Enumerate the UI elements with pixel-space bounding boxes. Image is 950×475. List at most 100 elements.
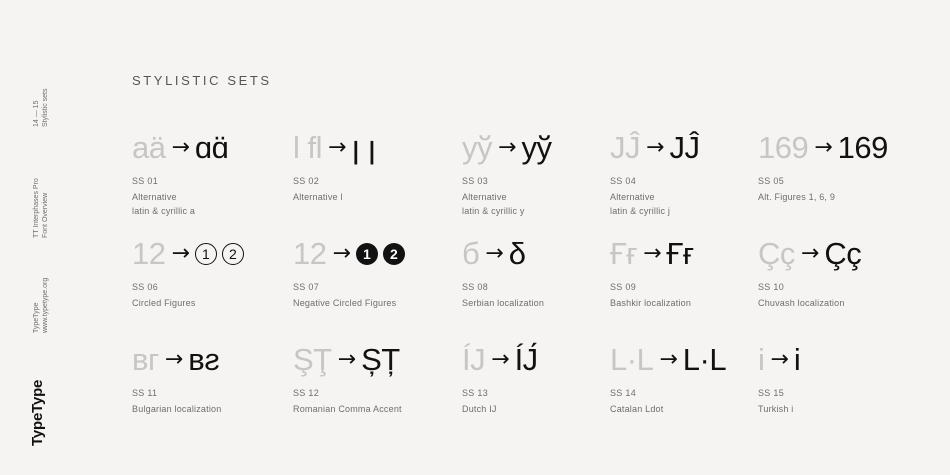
doc-title: Font Overview <box>42 192 49 238</box>
arrow-right-icon: → <box>485 241 504 266</box>
set-code: SS 07 <box>293 282 320 292</box>
negative-circled-figure: 1 <box>355 243 378 265</box>
description-line: Catalan Ldot <box>610 404 664 414</box>
set-description: Chuvash localization <box>758 296 908 310</box>
stylistic-set-4: JĴ → JĴ SS 04 Alternative latin & cyrillic j <box>610 131 760 218</box>
stylistic-set-8: б → δ SS 08 Serbian localization <box>462 237 612 310</box>
alternate-glyphs: ʙƨ <box>188 342 220 377</box>
alternate-glyphs: 12 <box>194 243 249 265</box>
arrow-right-icon: → <box>646 135 665 160</box>
website-link[interactable]: www.typetype.org <box>41 278 50 333</box>
description-line: latin & cyrillic a <box>132 206 196 216</box>
set-description: Alternative latin & cyrillic a <box>132 190 282 218</box>
default-glyphs: yў <box>462 130 493 165</box>
set-description: Bulgarian localization <box>132 402 282 416</box>
alternate-glyphs: ȘȚ <box>361 342 400 377</box>
description-line: Serbian localization <box>462 298 545 308</box>
set-code: SS 01 <box>132 176 159 186</box>
alternate-glyphs: JĴ <box>669 130 700 165</box>
page-numbers: 14 — 15 <box>33 100 40 127</box>
default-glyphs: 169 <box>758 130 809 165</box>
stylistic-set-15: i → i SS 15 Turkish i <box>758 343 908 416</box>
arrow-right-icon: → <box>328 135 347 160</box>
arrow-right-icon: → <box>171 241 190 266</box>
stylistic-set-12: ŞŢ → ȘȚ SS 12 Romanian Comma Accent <box>293 343 443 416</box>
glyph-comparison: вг → ʙƨ <box>132 343 282 377</box>
set-code: SS 06 <box>132 282 159 292</box>
glyph-comparison: ÍJ → ÍJ́ <box>462 343 612 377</box>
set-code: SS 12 <box>293 388 320 398</box>
publisher-info: TypeType www.typetype.org <box>32 278 50 333</box>
description-line: Negative Circled Figures <box>293 298 397 308</box>
set-code: SS 15 <box>758 388 785 398</box>
set-description: Circled Figures <box>132 296 282 310</box>
description-line: Alternative <box>132 192 177 202</box>
stylistic-set-9: Ғғ → Ғғ SS 09 Bashkir localization <box>610 237 760 310</box>
alternate-glyphs: 169 <box>837 130 889 165</box>
stylistic-set-5: 169 → 169 SS 05 Alt. Figures 1, 6, 9 <box>758 131 908 204</box>
default-glyphs: 12 <box>132 236 166 271</box>
set-code: SS 04 <box>610 176 637 186</box>
stylistic-set-7: 12 → 1 2 SS 07 Negative Circled Figures <box>293 237 443 310</box>
font-name: TT Interphases Pro <box>33 178 40 238</box>
set-description: Alternative latin & cyrillic j <box>610 190 760 218</box>
description-line: Chuvash localization <box>758 298 845 308</box>
description-line: Alternative <box>610 192 655 202</box>
arrow-right-icon: → <box>800 241 820 266</box>
description-line: Alternative <box>462 192 507 202</box>
set-description: Romanian Comma Accent <box>293 402 443 416</box>
stylistic-set-10: Çç → Çç SS 10 Chuvash localization <box>758 237 908 310</box>
set-code: SS 03 <box>462 176 489 186</box>
glyph-comparison: aä → ɑɑ̈ <box>132 131 282 165</box>
default-glyphs: вг <box>132 342 159 377</box>
set-description: Dutch IJ <box>462 402 612 416</box>
glyph-comparison: ŞŢ → ȘȚ <box>293 343 443 377</box>
stylistic-set-3: yў → yў SS 03 Alternative latin & cyrillic y <box>462 131 612 218</box>
page-title: STYLISTIC SETS <box>132 73 272 88</box>
glyph-comparison: Ғғ → Ғғ <box>610 237 760 271</box>
default-glyphs: JĴ <box>610 130 641 165</box>
arrow-right-icon: → <box>770 347 789 372</box>
alternate-glyphs: Çç <box>824 236 862 271</box>
set-description: Negative Circled Figures <box>293 296 443 310</box>
document-info: TT Interphases Pro Font Overview <box>32 178 50 238</box>
glyph-comparison: Çç → Çç <box>758 237 908 271</box>
set-code: SS 10 <box>758 282 785 292</box>
glyph-comparison: 12 → 1 2 <box>293 237 443 271</box>
stylistic-set-13: ÍJ → ÍJ́ SS 13 Dutch IJ <box>462 343 612 416</box>
set-description: Bashkir localization <box>610 296 760 310</box>
set-code: SS 14 <box>610 388 637 398</box>
default-glyphs: L·L <box>610 342 654 377</box>
set-code: SS 11 <box>132 388 158 398</box>
description-line: Turkish i <box>758 404 794 414</box>
default-glyphs: б <box>462 236 480 271</box>
arrow-right-icon: → <box>643 241 662 266</box>
negative-circled-figure: 2 <box>382 243 405 265</box>
stylistic-set-6: 12 → 1 2 SS 06 Circled Figures <box>132 237 282 310</box>
alternate-glyphs: i <box>793 342 801 377</box>
default-glyphs: l fl <box>293 130 323 165</box>
circled-figure: 2 <box>221 243 244 265</box>
arrow-right-icon: → <box>332 241 351 266</box>
glyph-comparison: L·L → L·L <box>610 343 760 377</box>
section-name: Stylistic sets <box>42 88 49 127</box>
set-code: SS 13 <box>462 388 489 398</box>
set-code: SS 09 <box>610 282 637 292</box>
default-glyphs: Ғғ <box>610 236 638 271</box>
description-line: Alt. Figures 1, 6, 9 <box>758 192 836 202</box>
arrow-right-icon: → <box>337 347 357 372</box>
circled-figure: 1 <box>194 243 217 265</box>
set-code: SS 05 <box>758 176 785 186</box>
default-glyphs: Çç <box>758 236 795 271</box>
glyph-comparison: 169 → 169 <box>758 131 908 165</box>
set-code: SS 02 <box>293 176 320 186</box>
stylistic-set-11: вг → ʙƨ SS 11 Bulgarian localization <box>132 343 282 416</box>
set-description: Alternative l <box>293 190 443 204</box>
glyph-comparison: JĴ → JĴ <box>610 131 760 165</box>
set-description: Alt. Figures 1, 6, 9 <box>758 190 908 204</box>
default-glyphs: ÍJ <box>462 342 486 377</box>
arrow-right-icon: → <box>491 347 510 372</box>
description-line: Bashkir localization <box>610 298 692 308</box>
alternate-glyphs: yў <box>521 130 552 165</box>
default-glyphs: 12 <box>293 236 327 271</box>
